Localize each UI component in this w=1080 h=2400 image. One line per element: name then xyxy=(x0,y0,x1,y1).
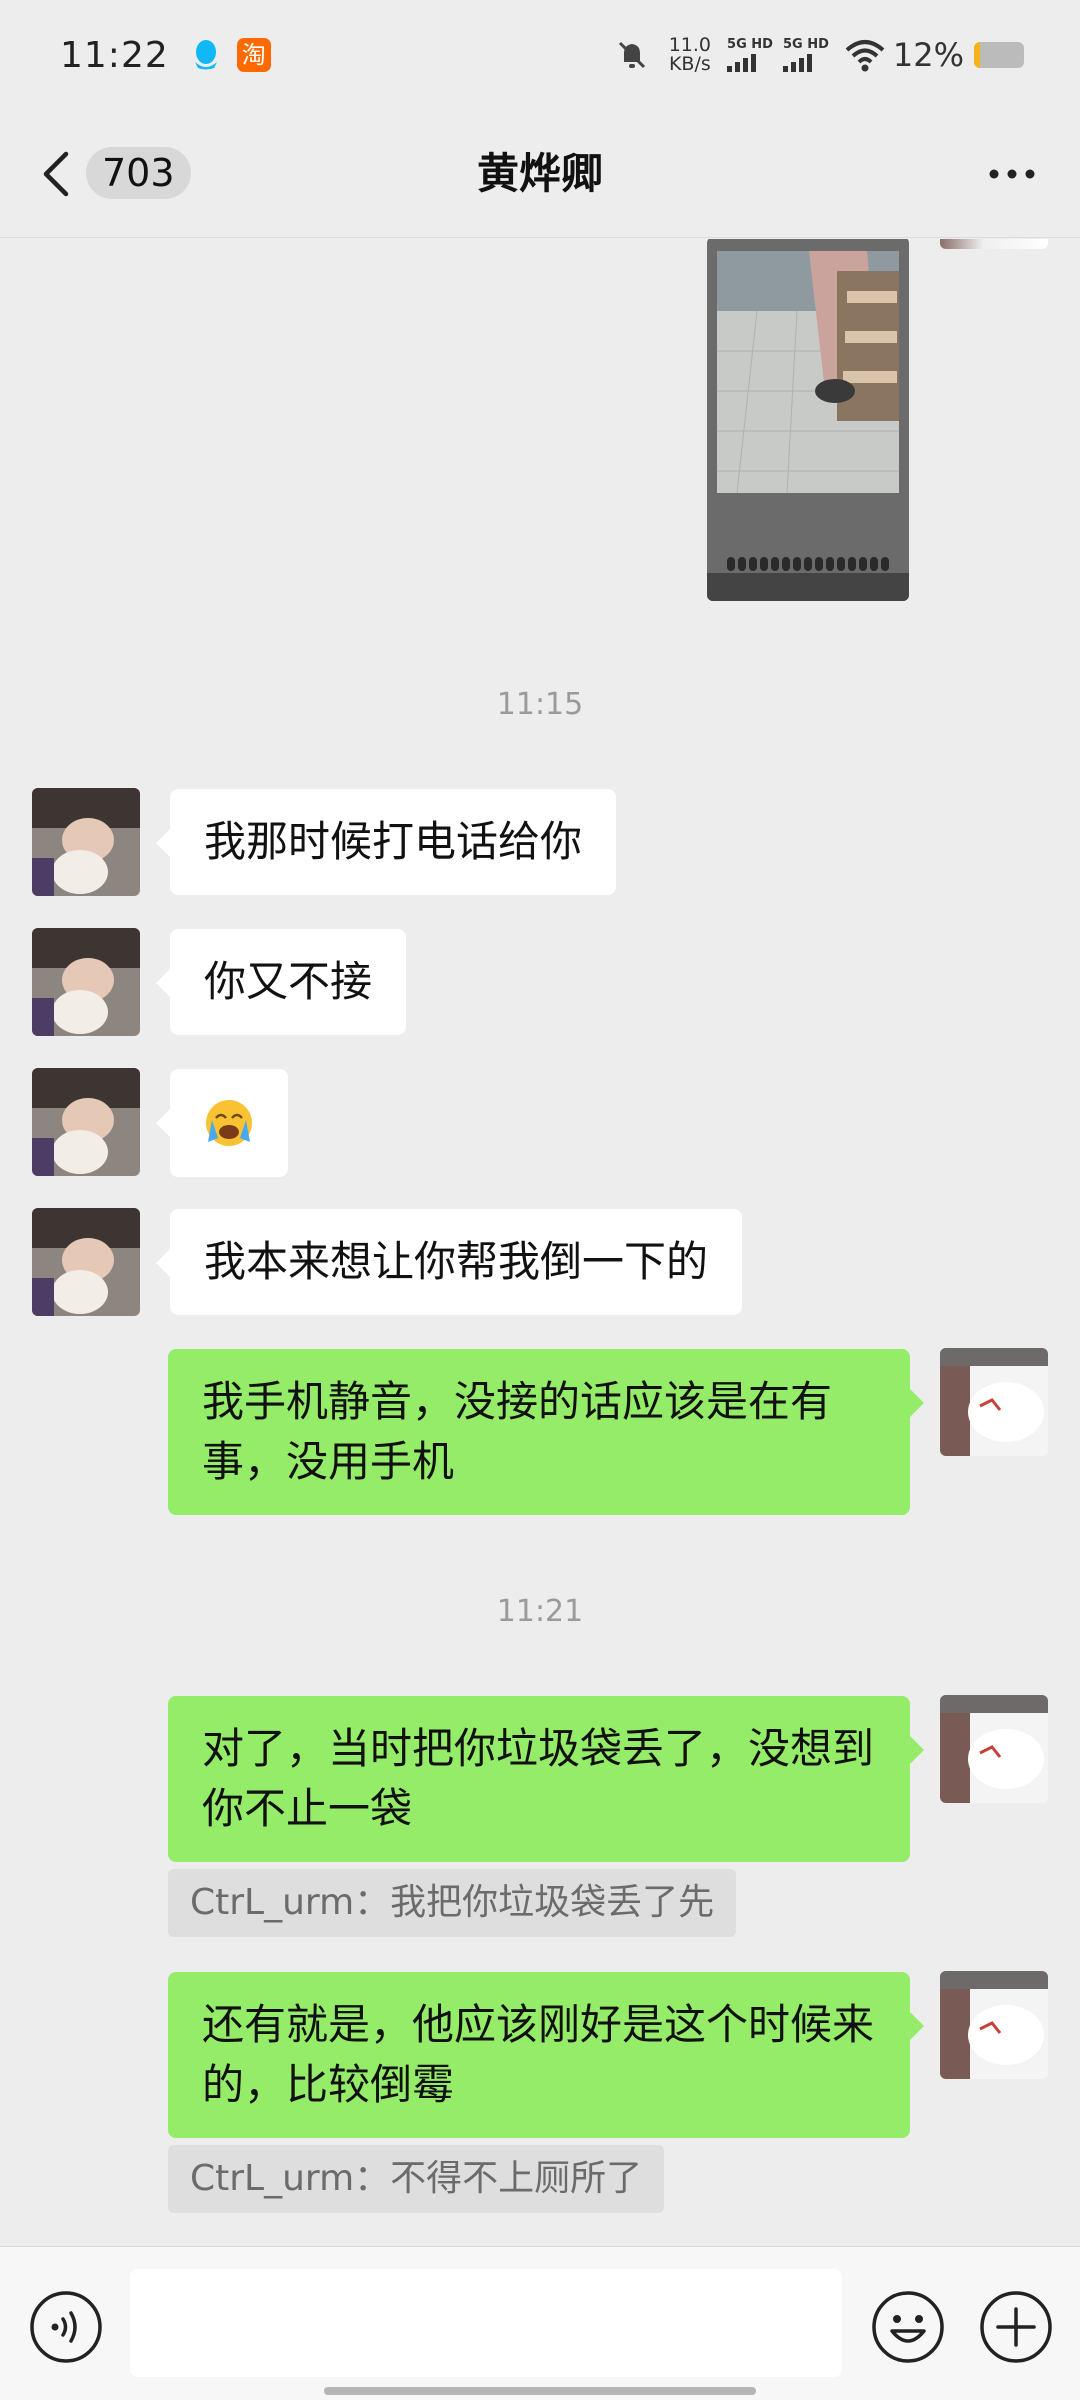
quoted-reply[interactable]: CtrL_urm：我把你垃圾袋丢了先 xyxy=(168,1869,737,1937)
received-message[interactable] xyxy=(156,1069,288,1177)
own-avatar[interactable] xyxy=(940,1348,1048,1456)
qq-icon xyxy=(194,40,217,70)
net-speed-unit: KB/s xyxy=(668,53,711,75)
sim1-signal: 5G HD xyxy=(727,38,773,72)
signal-icon xyxy=(727,54,757,72)
own-avatar[interactable] xyxy=(940,1971,1048,2079)
taobao-icon: 淘 xyxy=(236,38,271,72)
back-arrow-icon[interactable] xyxy=(36,146,76,202)
voice-icon[interactable] xyxy=(28,2289,104,2365)
unread-count-badge[interactable]: 703 xyxy=(86,147,191,199)
chat-header: 黄烨卿 703 xyxy=(0,110,1080,238)
contact-avatar[interactable] xyxy=(32,788,140,896)
mute-icon xyxy=(618,41,645,69)
video-controls xyxy=(727,557,889,571)
message-text: 我手机静音，没接的话应该是在有事，没用手机 xyxy=(202,1377,833,1486)
contact-avatar[interactable] xyxy=(32,1068,140,1176)
sent-message[interactable]: 还有就是，他应该刚好是这个时候来的，比较倒霉 xyxy=(168,1972,924,2138)
network-speed: 11.0 KB/s xyxy=(669,36,711,74)
emoji-icon[interactable] xyxy=(870,2289,946,2365)
image-footer xyxy=(707,573,909,601)
plus-icon[interactable] xyxy=(978,2289,1054,2365)
received-message[interactable]: 我本来想让你帮我倒一下的 xyxy=(155,1209,743,1315)
contact-avatar[interactable] xyxy=(32,928,140,1036)
message-input[interactable] xyxy=(130,2269,842,2377)
sim2-label: 5G HD xyxy=(782,37,829,52)
home-indicator[interactable] xyxy=(324,2387,756,2395)
message-text: 我那时候打电话给你 xyxy=(204,817,583,866)
loudly-crying-emoji-icon xyxy=(206,1100,252,1146)
message-timestamp: 11:21 xyxy=(496,1594,584,1629)
battery-fill xyxy=(974,42,980,68)
status-bar: 11:22 淘 11.0 KB/s 5G HD 5G HD 12% xyxy=(0,0,1080,110)
own-avatar[interactable] xyxy=(940,1695,1048,1803)
sim2-signal: 5G HD xyxy=(782,37,829,72)
signal-icon xyxy=(782,54,812,72)
image-thumbnail xyxy=(717,251,899,493)
own-avatar[interactable] xyxy=(940,239,1048,249)
quoted-reply[interactable]: CtrL_urm：不得不上厕所了 xyxy=(168,2145,665,2213)
message-text: 你又不接 xyxy=(204,957,373,1006)
message-list[interactable]: 11:15 我那时候打电话给你 你又不接 我本来想让你帮我倒一下的 我手机静音，… xyxy=(0,239,1080,2246)
status-icons: 11.0 KB/s 5G HD 5G HD 12% xyxy=(615,36,1024,74)
message-timestamp: 11:15 xyxy=(496,687,584,722)
sent-message[interactable]: 我手机静音，没接的话应该是在有事，没用手机 xyxy=(168,1349,924,1515)
more-icon[interactable] xyxy=(984,158,1040,190)
sim1-label: 5G HD xyxy=(727,37,773,52)
wifi-icon xyxy=(845,40,885,72)
message-text: 还有就是，他应该刚好是这个时候来的，比较倒霉 xyxy=(202,2000,875,2109)
shared-image-message[interactable] xyxy=(707,239,909,601)
input-bar xyxy=(0,2246,1080,2400)
status-time: 11:22 xyxy=(60,34,169,76)
message-text: 我本来想让你帮我倒一下的 xyxy=(204,1237,709,1286)
contact-avatar[interactable] xyxy=(32,1208,140,1316)
sent-message[interactable]: 对了，当时把你垃圾袋丢了，没想到你不止一袋 xyxy=(168,1696,924,1862)
received-message[interactable]: 我那时候打电话给你 xyxy=(155,789,617,895)
message-text: 对了，当时把你垃圾袋丢了，没想到你不止一袋 xyxy=(202,1724,875,1833)
battery-percent: 12% xyxy=(892,36,964,74)
battery-icon xyxy=(974,42,1024,68)
received-message[interactable]: 你又不接 xyxy=(155,929,407,1035)
